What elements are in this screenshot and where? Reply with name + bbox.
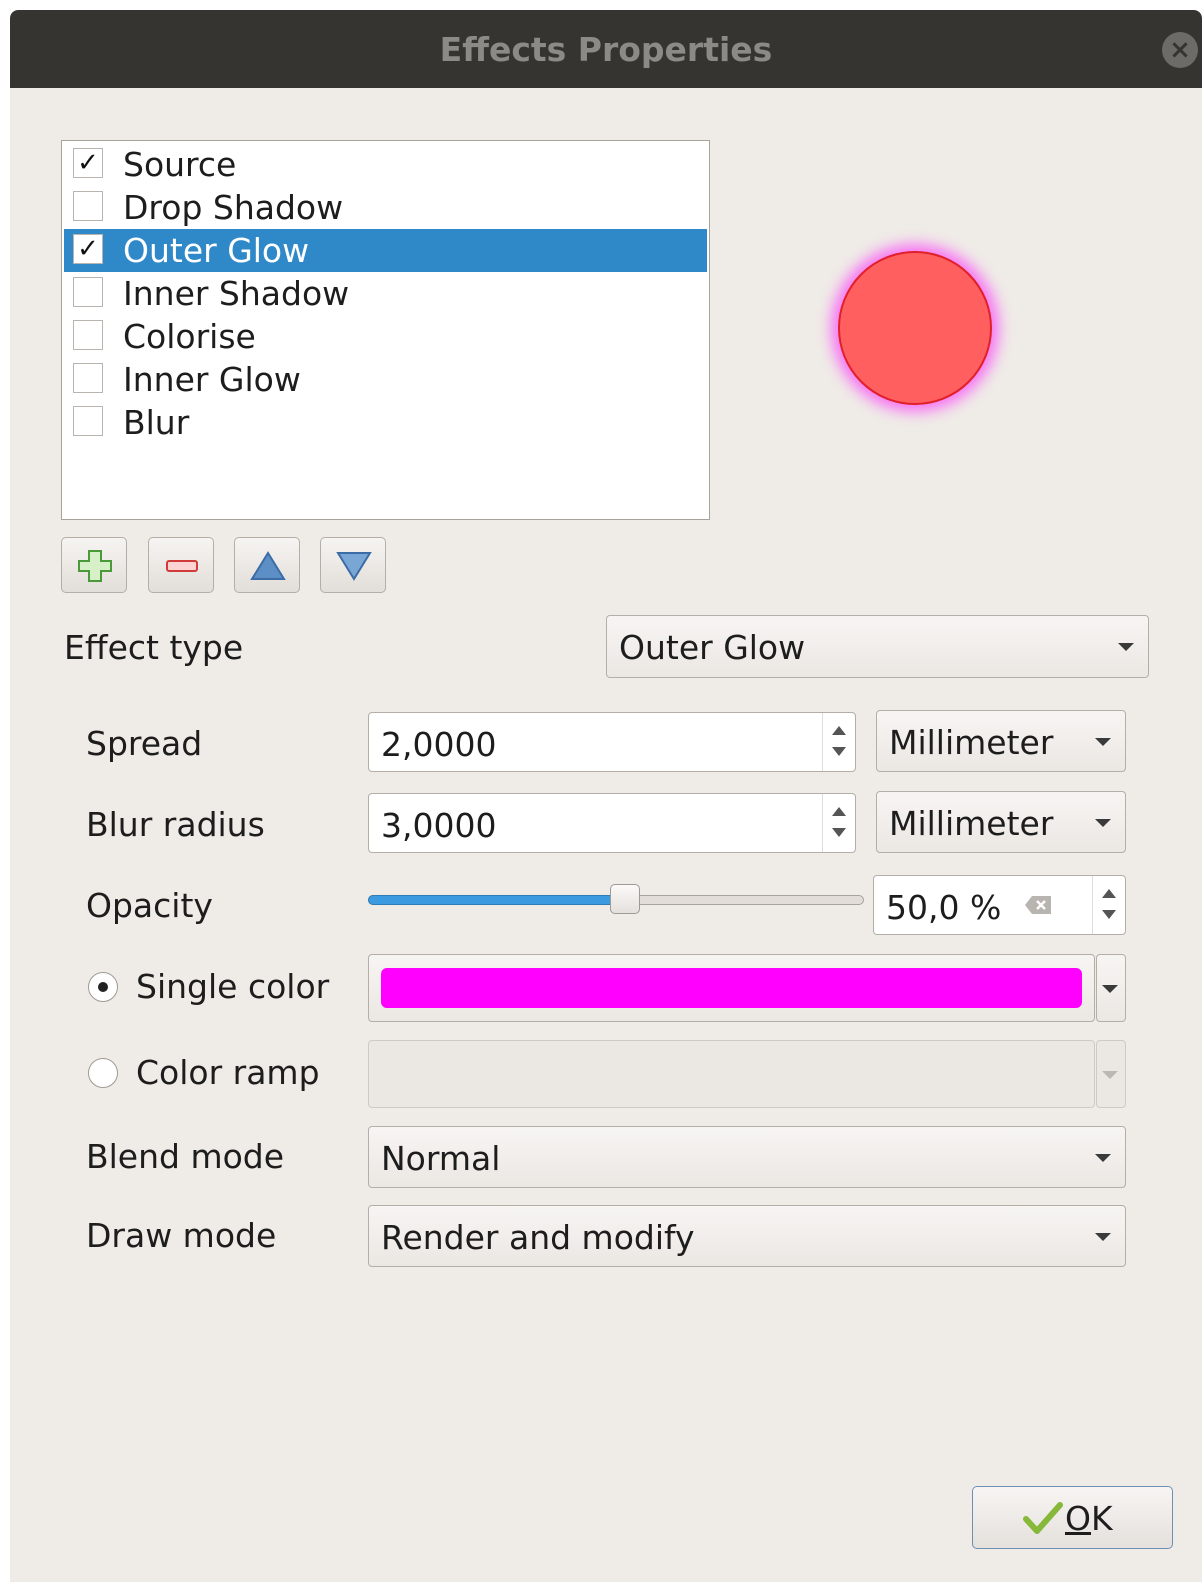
- move-up-button[interactable]: [234, 537, 300, 593]
- effects-list[interactable]: ✓ Source Drop Shadow ✓ Outer Glow Inner …: [61, 140, 710, 520]
- blur-radius-unit-combo[interactable]: Millimeter: [876, 791, 1126, 853]
- chevron-down-icon: [1118, 643, 1134, 651]
- chevron-down-icon: [1095, 819, 1111, 827]
- clear-backspace-icon[interactable]: [1024, 895, 1052, 915]
- draw-mode-label: Draw mode: [86, 1216, 277, 1255]
- close-icon[interactable]: ×: [1162, 32, 1198, 68]
- spread-value: 2,0000: [381, 725, 497, 764]
- window-title: Effects Properties: [439, 30, 773, 69]
- chevron-down-icon: [1095, 738, 1111, 746]
- ok-label: OK: [1065, 1499, 1113, 1538]
- opacity-label: Opacity: [86, 886, 213, 925]
- add-plus-icon: [78, 550, 112, 582]
- spin-up-icon[interactable]: [1102, 889, 1116, 898]
- blend-mode-label: Blend mode: [86, 1137, 285, 1176]
- blur-radius-unit-value: Millimeter: [889, 804, 1054, 843]
- list-item-label: Blur: [123, 403, 190, 442]
- opacity-value: 50,0 %: [886, 888, 1002, 927]
- spread-label: Spread: [86, 724, 203, 763]
- list-item-label: Inner Shadow: [123, 274, 350, 313]
- opacity-spinbox[interactable]: 50,0 %: [873, 875, 1126, 935]
- checkbox-inner-shadow[interactable]: [73, 277, 103, 307]
- chevron-down-icon: [1095, 1233, 1111, 1241]
- effect-type-combo[interactable]: Outer Glow: [606, 615, 1149, 678]
- blur-radius-label: Blur radius: [86, 805, 265, 844]
- ok-button[interactable]: OK: [972, 1486, 1173, 1549]
- color-menu-button[interactable]: [1096, 954, 1126, 1022]
- spin-up-icon[interactable]: [832, 807, 846, 816]
- list-item-drop-shadow[interactable]: Drop Shadow: [64, 186, 707, 229]
- checkbox-source[interactable]: ✓: [73, 148, 103, 178]
- list-item-inner-shadow[interactable]: Inner Shadow: [64, 272, 707, 315]
- color-ramp-menu-button[interactable]: [1096, 1040, 1126, 1108]
- chevron-down-icon: [1102, 985, 1118, 993]
- list-item-label: Colorise: [123, 317, 256, 356]
- color-button[interactable]: [368, 954, 1095, 1022]
- add-effect-button[interactable]: [61, 537, 127, 593]
- list-item-blur[interactable]: Blur: [64, 401, 707, 444]
- spread-unit-combo[interactable]: Millimeter: [876, 710, 1126, 772]
- chevron-down-icon: [1095, 1154, 1111, 1162]
- spin-down-icon[interactable]: [1102, 910, 1116, 919]
- slider-handle[interactable]: [610, 884, 640, 914]
- list-item-source[interactable]: ✓ Source: [64, 143, 707, 186]
- arrow-down-icon: [336, 552, 372, 581]
- arrow-up-icon: [250, 551, 286, 580]
- checkmark-icon: [1023, 1502, 1063, 1534]
- color-ramp-button[interactable]: [368, 1040, 1095, 1108]
- effects-properties-dialog: Effects Properties × ✓ Source Drop Shado…: [10, 10, 1202, 1582]
- effect-type-value: Outer Glow: [619, 628, 806, 667]
- spread-unit-value: Millimeter: [889, 723, 1054, 762]
- spread-spinbox[interactable]: 2,0000: [368, 712, 856, 772]
- chevron-down-icon: [1102, 1071, 1118, 1079]
- list-item-label: Outer Glow: [123, 231, 310, 270]
- list-item-outer-glow[interactable]: ✓ Outer Glow: [64, 229, 707, 272]
- blur-radius-value: 3,0000: [381, 806, 497, 845]
- list-item-colorise[interactable]: Colorise: [64, 315, 707, 358]
- slider-fill: [368, 895, 627, 905]
- single-color-radio[interactable]: [88, 972, 118, 1002]
- spin-down-icon[interactable]: [832, 747, 846, 756]
- blend-mode-combo[interactable]: Normal: [368, 1126, 1126, 1188]
- color-ramp-label: Color ramp: [136, 1053, 320, 1092]
- effect-type-label: Effect type: [64, 628, 244, 667]
- title-bar: Effects Properties ×: [10, 10, 1202, 88]
- list-item-label: Inner Glow: [123, 360, 301, 399]
- list-item-label: Source: [123, 145, 237, 184]
- draw-mode-value: Render and modify: [381, 1218, 695, 1257]
- opacity-slider[interactable]: [368, 884, 864, 914]
- preview-symbol: [838, 251, 992, 405]
- color-swatch: [381, 968, 1082, 1008]
- list-item-inner-glow[interactable]: Inner Glow: [64, 358, 707, 401]
- checkbox-colorise[interactable]: [73, 320, 103, 350]
- remove-minus-icon: [166, 560, 198, 572]
- single-color-label: Single color: [136, 967, 330, 1006]
- effect-preview: [831, 244, 999, 412]
- checkbox-drop-shadow[interactable]: [73, 191, 103, 221]
- move-down-button[interactable]: [320, 537, 386, 593]
- draw-mode-combo[interactable]: Render and modify: [368, 1205, 1126, 1267]
- spin-up-icon[interactable]: [832, 726, 846, 735]
- spin-down-icon[interactable]: [832, 828, 846, 837]
- remove-effect-button[interactable]: [148, 537, 214, 593]
- checkbox-outer-glow[interactable]: ✓: [73, 234, 103, 264]
- color-ramp-radio[interactable]: [88, 1058, 118, 1088]
- blend-mode-value: Normal: [381, 1139, 501, 1178]
- blur-radius-spinbox[interactable]: 3,0000: [368, 793, 856, 853]
- list-item-label: Drop Shadow: [123, 188, 344, 227]
- checkbox-inner-glow[interactable]: [73, 363, 103, 393]
- checkbox-blur[interactable]: [73, 406, 103, 436]
